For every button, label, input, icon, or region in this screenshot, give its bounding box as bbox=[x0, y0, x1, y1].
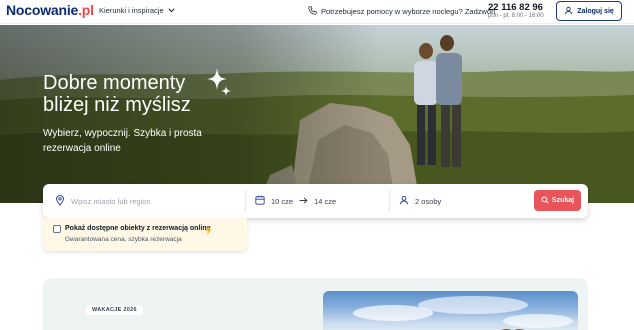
guests-selector[interactable]: 2 osoby bbox=[399, 184, 441, 218]
arrow-right-icon bbox=[299, 197, 308, 206]
cloud-sky-image bbox=[353, 296, 573, 330]
search-button-label: Szukaj bbox=[551, 197, 575, 204]
hero-subtitle: Wybierz, wypocznij. Szybka i prosta reze… bbox=[43, 128, 202, 154]
chevron-down-icon bbox=[168, 6, 175, 15]
user-icon bbox=[399, 195, 409, 207]
sparkle-icon bbox=[206, 67, 232, 102]
search-divider bbox=[245, 190, 246, 212]
top-header: Nocowanie.pl Kierunki i inspiracje Potrz… bbox=[0, 0, 634, 24]
location-placeholder: Wpisz miasto lub region bbox=[71, 196, 151, 206]
search-button[interactable]: Szukaj bbox=[534, 190, 581, 211]
search-icon bbox=[541, 195, 549, 206]
login-button[interactable]: Zaloguj się bbox=[556, 1, 622, 21]
contact-hours: pon - pt. 8:00 - 16:00 bbox=[488, 13, 544, 19]
availability-subtext: Gwarantowana cena, szybka rezerwacja bbox=[65, 236, 182, 243]
hero-title: Dobre momenty bliżej niż myślisz bbox=[43, 72, 191, 116]
availability-checkbox-label[interactable]: Pokaż dostępne obiekty z rezerwacją onli… bbox=[65, 225, 211, 232]
online-availability-filter: Pokaż dostępne obiekty z rezerwacją onli… bbox=[43, 218, 247, 251]
user-icon bbox=[564, 6, 573, 17]
login-label: Zaloguj się bbox=[577, 7, 614, 15]
map-pin-icon bbox=[55, 194, 65, 208]
help-text: Potrzebujesz pomocy w wyborze noclegu? Z… bbox=[321, 7, 496, 16]
destinations-dropdown[interactable]: Kierunki i inspiracje bbox=[99, 6, 175, 15]
availability-checkbox[interactable] bbox=[53, 225, 61, 233]
promo-badge: WAKACJE 2026 bbox=[86, 305, 143, 315]
date-to: 14 cze bbox=[314, 196, 337, 206]
calendar-icon bbox=[255, 195, 265, 207]
contact-phone-number[interactable]: 22 116 82 96 bbox=[488, 2, 543, 13]
lightning-icon bbox=[204, 223, 212, 241]
hero-banner: Dobre momenty bliżej niż myślisz Wybierz… bbox=[0, 25, 634, 203]
destinations-dropdown-label: Kierunki i inspiracje bbox=[99, 6, 164, 15]
phone-icon bbox=[308, 6, 317, 17]
search-divider bbox=[389, 190, 390, 212]
promo-image[interactable] bbox=[323, 291, 578, 330]
guests-value: 2 osoby bbox=[415, 196, 442, 206]
help-call-link[interactable]: Potrzebujesz pomocy w wyborze noclegu? Z… bbox=[308, 6, 495, 17]
site-logo[interactable]: Nocowanie.pl bbox=[6, 2, 94, 18]
date-range-picker[interactable]: 10 cze 14 cze bbox=[255, 184, 336, 218]
search-bar: Wpisz miasto lub region 10 cze 14 cze 2 … bbox=[43, 184, 588, 218]
date-from: 10 cze bbox=[271, 196, 294, 206]
location-input[interactable]: Wpisz miasto lub region bbox=[55, 184, 245, 218]
